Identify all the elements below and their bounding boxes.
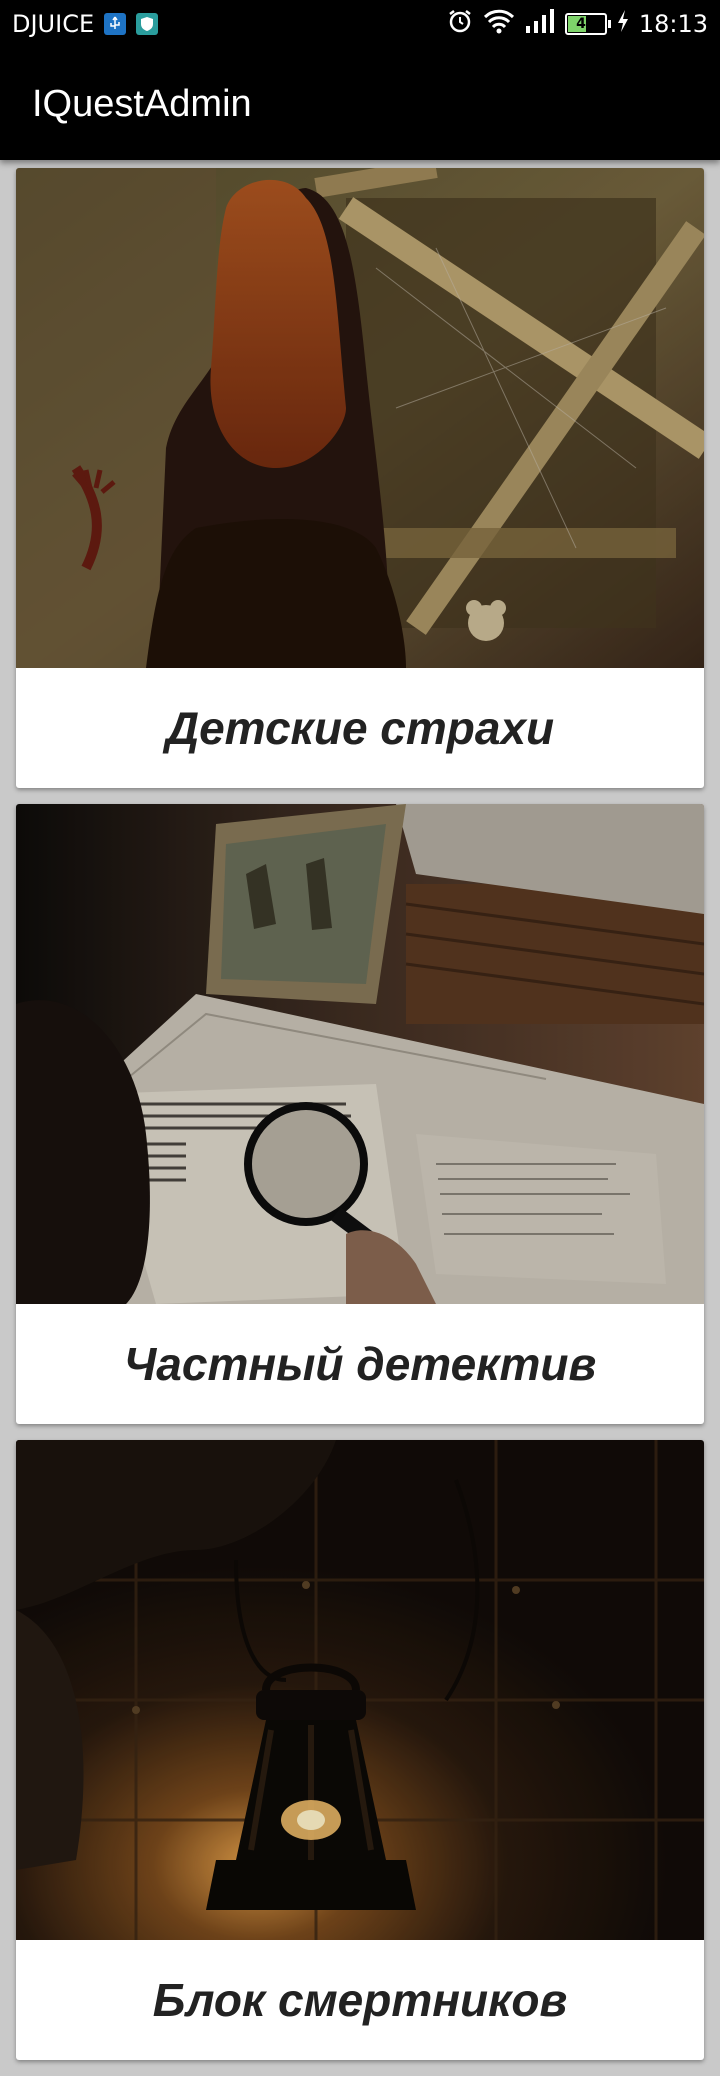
charging-icon — [617, 9, 629, 39]
status-bar: DJUICE 48 18:13 — [0, 0, 720, 48]
app-title: IQuestAdmin — [32, 82, 252, 125]
quest-title: Детские страхи — [165, 702, 555, 754]
app-bar: IQuestAdmin — [0, 48, 720, 160]
clock-time: 18:13 — [638, 10, 708, 38]
battery-icon: 48 — [564, 13, 611, 35]
quest-image-magnifier-newspaper — [16, 804, 704, 1304]
carrier-label: DJUICE — [12, 10, 95, 38]
quest-card[interactable]: Частный детектив — [16, 804, 704, 1424]
shield-icon — [136, 13, 159, 35]
quest-title: Блок смертников — [152, 1974, 568, 2026]
quest-card[interactable]: Блок смертников — [16, 1440, 704, 2060]
usb-icon — [104, 13, 127, 35]
quest-image-girl-at-window — [16, 168, 704, 668]
signal-icon — [525, 8, 555, 40]
battery-level: 48 — [576, 16, 596, 32]
wifi-icon — [483, 8, 515, 40]
quest-list: Детские страхи Частный детектив Блок сме… — [16, 168, 704, 2076]
alarm-icon — [447, 8, 473, 40]
quest-card[interactable]: Детские страхи — [16, 168, 704, 788]
quest-image-lantern — [16, 1440, 704, 1940]
quest-title: Частный детектив — [123, 1338, 597, 1390]
